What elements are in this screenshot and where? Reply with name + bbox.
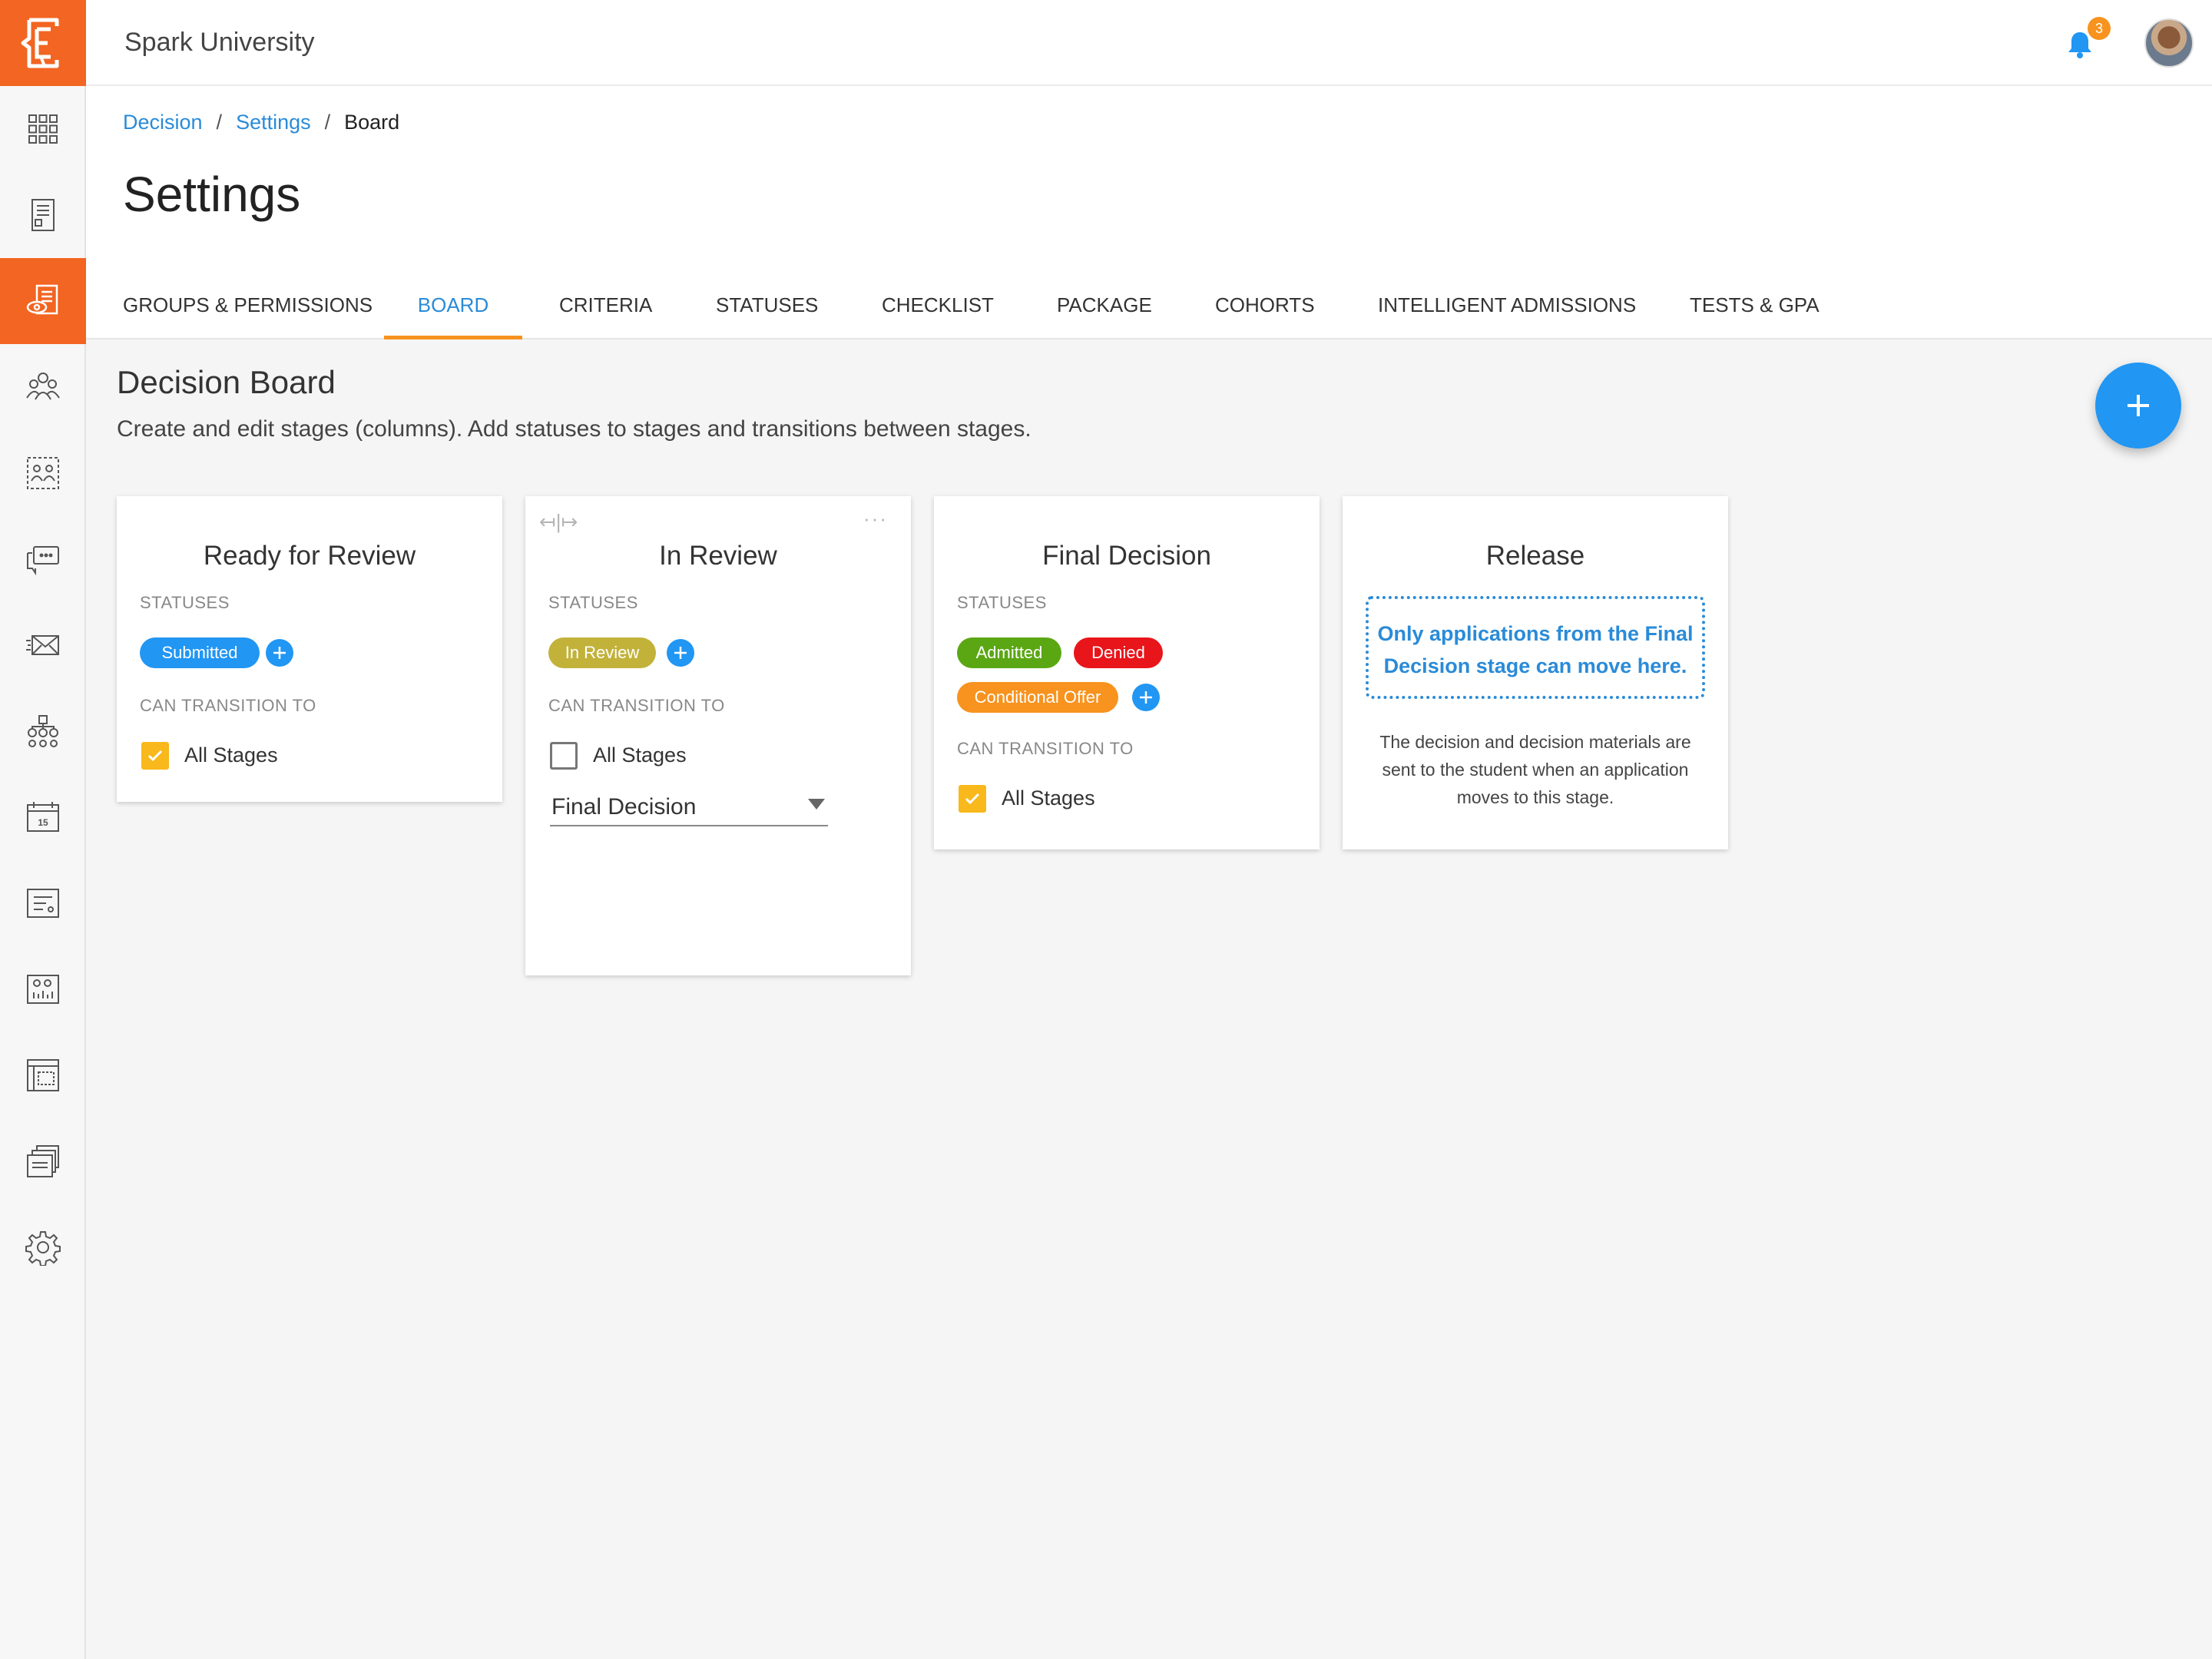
tab-intelligent-admissions[interactable]: Intelligent Admissions (1378, 270, 1636, 339)
stage-title: Release (1485, 541, 1585, 571)
release-drop-zone: Only applications from the Final Decisio… (1366, 596, 1705, 699)
review-icon (26, 284, 58, 315)
tab-criteria[interactable]: Criteria (559, 270, 652, 339)
avatar[interactable] (2144, 18, 2194, 68)
nav-settings[interactable] (0, 1204, 86, 1290)
plus-icon (2128, 395, 2149, 416)
statuses-label: Statuses (957, 593, 1047, 612)
plus-icon (674, 647, 687, 659)
all-stages-checkbox[interactable] (550, 742, 578, 770)
messages-icon (27, 546, 59, 576)
nav-email[interactable] (0, 602, 86, 688)
tab-tests-gpa[interactable]: Tests & GPA (1690, 270, 1820, 339)
transition-stage-select[interactable]: Final Decision (550, 788, 828, 826)
all-stages-label: All Stages (593, 743, 687, 767)
workflow-icon (28, 715, 58, 747)
email-icon (26, 635, 59, 655)
status-chip-admitted[interactable]: Admitted (957, 637, 1061, 668)
top-bar: Spark University 3 (86, 0, 2212, 86)
nav-messages[interactable] (0, 516, 86, 602)
nav-calendar[interactable]: 15 (0, 774, 86, 860)
notification-badge: 3 (2088, 17, 2111, 40)
drag-handle-icon[interactable]: ↤|↦ (539, 510, 578, 534)
check-icon (147, 750, 163, 762)
tab-bar: Groups & Permissions Board Criteria Stat… (86, 270, 2212, 339)
gear-icon (25, 1231, 61, 1266)
svg-text:15: 15 (38, 817, 48, 828)
breadcrumb-decision[interactable]: Decision (123, 111, 203, 134)
section-description: Create and edit stages (columns). Add st… (117, 416, 1031, 442)
nav-people[interactable] (0, 344, 86, 430)
tab-cohorts[interactable]: Cohorts (1215, 270, 1315, 339)
nav-dashboard[interactable] (0, 86, 86, 172)
nav-applications[interactable] (0, 172, 86, 258)
stage-title: Ready for Review (203, 541, 416, 571)
documents-icon (27, 1145, 59, 1177)
plus-icon (273, 647, 286, 659)
plus-icon (1140, 691, 1152, 704)
people-icon (26, 373, 60, 400)
nav-documents[interactable] (0, 1118, 86, 1204)
tab-package[interactable]: Package (1057, 270, 1152, 339)
breadcrumb-separator: / (216, 111, 223, 134)
breadcrumb: Decision / Settings / Board (123, 111, 399, 134)
app-logo[interactable] (0, 0, 86, 86)
section-title: Decision Board (117, 364, 336, 400)
status-chip-conditional-offer[interactable]: Conditional Offer (957, 682, 1118, 713)
calendar-icon: 15 (27, 802, 59, 832)
logo-icon (21, 18, 59, 68)
app-title: Spark University (124, 28, 315, 57)
add-status-button[interactable] (1132, 684, 1160, 711)
stage-card-ready-for-review[interactable]: Ready for Review Statuses Submitted Can … (117, 496, 502, 802)
page-header: Decision / Settings / Board Settings Gro… (86, 86, 2212, 339)
add-status-button[interactable] (266, 639, 293, 667)
nav-review[interactable] (0, 258, 86, 344)
application-icon (31, 199, 55, 231)
tab-checklist[interactable]: Checklist (882, 270, 994, 339)
release-description: The decision and decision materials are … (1379, 732, 1691, 807)
breadcrumb-separator: / (324, 111, 331, 134)
transition-label: Can Transition To (548, 696, 725, 715)
check-icon (965, 793, 980, 805)
forms-icon (27, 889, 59, 918)
all-stages-checkbox[interactable] (141, 742, 169, 770)
nav-forms[interactable] (0, 860, 86, 946)
templates-icon (27, 1059, 59, 1091)
select-value: Final Decision (551, 794, 697, 820)
all-stages-label: All Stages (1002, 786, 1095, 810)
nav-groups[interactable] (0, 430, 86, 516)
stage-title: Final Decision (1042, 541, 1211, 571)
status-chip-in-review[interactable]: In Review (548, 637, 656, 668)
dashboard-grid-icon (28, 114, 58, 144)
nav-templates[interactable] (0, 1032, 86, 1118)
all-stages-label: All Stages (184, 743, 278, 767)
statuses-label: Statuses (140, 593, 230, 612)
chevron-down-icon (808, 799, 825, 810)
page-title: Settings (123, 167, 301, 222)
tab-statuses[interactable]: Statuses (716, 270, 818, 339)
stage-card-in-review[interactable]: ↤|↦ ··· In Review Statuses In Review Can… (525, 496, 911, 975)
sidebar: 15 (0, 0, 86, 1659)
nav-reports[interactable] (0, 946, 86, 1032)
tab-board[interactable]: Board (384, 270, 522, 339)
transition-label: Can Transition To (140, 696, 316, 715)
reports-icon (27, 975, 59, 1004)
stage-title: In Review (659, 541, 777, 571)
stage-card-final-decision[interactable]: Final Decision Statuses Admitted Denied … (934, 496, 1320, 849)
breadcrumb-settings[interactable]: Settings (236, 111, 311, 134)
more-options-icon[interactable]: ··· (863, 507, 888, 531)
groups-icon (27, 457, 59, 489)
add-stage-button[interactable] (2095, 363, 2181, 449)
tab-groups-permissions[interactable]: Groups & Permissions (123, 270, 373, 339)
breadcrumb-current: Board (344, 111, 400, 134)
statuses-label: Statuses (548, 593, 638, 612)
stage-card-release[interactable]: Release Only applications from the Final… (1343, 496, 1728, 849)
status-chip-submitted[interactable]: Submitted (140, 637, 260, 668)
transition-label: Can Transition To (957, 739, 1134, 758)
add-status-button[interactable] (667, 639, 694, 667)
status-chip-denied[interactable]: Denied (1074, 637, 1163, 668)
all-stages-checkbox[interactable] (959, 785, 986, 813)
nav-workflow[interactable] (0, 688, 86, 774)
